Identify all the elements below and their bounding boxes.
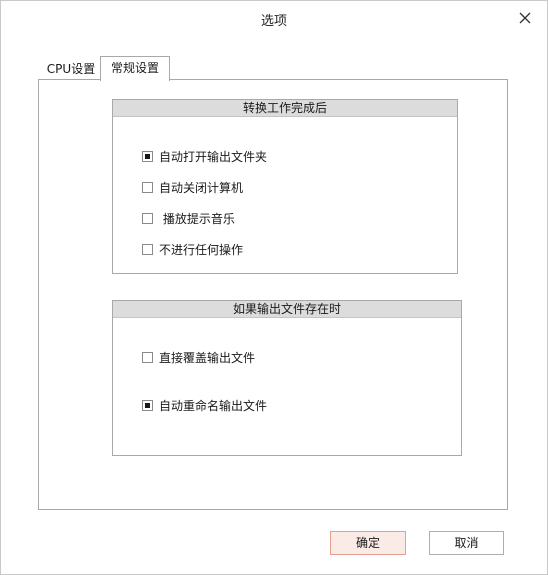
checkbox-box[interactable] [142,400,153,411]
ok-button[interactable]: 确定 [330,531,406,555]
dialog-title: 选项 [260,14,287,29]
checkbox-label: 播放提示音乐 [159,212,235,226]
tab-general-settings[interactable]: 常规设置 [100,56,170,81]
checkbox-box[interactable] [142,352,153,363]
tab-cpu-settings[interactable]: CPU设置 [44,58,98,80]
group-header-after-convert: 转换工作完成后 [113,100,457,117]
checkbox-no-action[interactable]: 不进行任何操作 [142,241,243,258]
checkbox-play-sound[interactable]: 播放提示音乐 [142,210,235,227]
group-header-file-exists: 如果输出文件存在时 [113,301,461,318]
checkbox-label: 自动重命名输出文件 [159,399,268,413]
checkbox-label: 自动打开输出文件夹 [159,150,268,164]
file-exists-group: 如果输出文件存在时 直接覆盖输出文件 自动重命名输出文件 [112,300,462,456]
checkbox-box[interactable] [142,244,153,255]
options-dialog: 选项 CPU设置 常规设置 转换工作完成后 自动打开输出文件夹 自动关闭计算机 … [0,0,548,575]
cancel-button[interactable]: 取消 [429,531,504,555]
checkbox-shutdown-computer[interactable]: 自动关闭计算机 [142,179,243,196]
checkbox-box[interactable] [142,151,153,162]
after-convert-group: 转换工作完成后 自动打开输出文件夹 自动关闭计算机 播放提示音乐 不进行任何操作 [112,99,458,274]
title-bar: 选项 [1,1,547,35]
checkbox-label: 直接覆盖输出文件 [159,351,256,365]
checkbox-label: 不进行任何操作 [159,243,244,257]
checkbox-label: 自动关闭计算机 [159,181,244,195]
checkbox-auto-rename-output[interactable]: 自动重命名输出文件 [142,397,267,414]
checkbox-box[interactable] [142,182,153,193]
checkbox-box[interactable] [142,213,153,224]
checkbox-overwrite-output[interactable]: 直接覆盖输出文件 [142,349,255,366]
tab-panel-general: 转换工作完成后 自动打开输出文件夹 自动关闭计算机 播放提示音乐 不进行任何操作… [38,79,508,510]
close-button[interactable] [511,5,539,31]
close-icon [519,12,531,24]
checkbox-open-output-folder[interactable]: 自动打开输出文件夹 [142,148,267,165]
